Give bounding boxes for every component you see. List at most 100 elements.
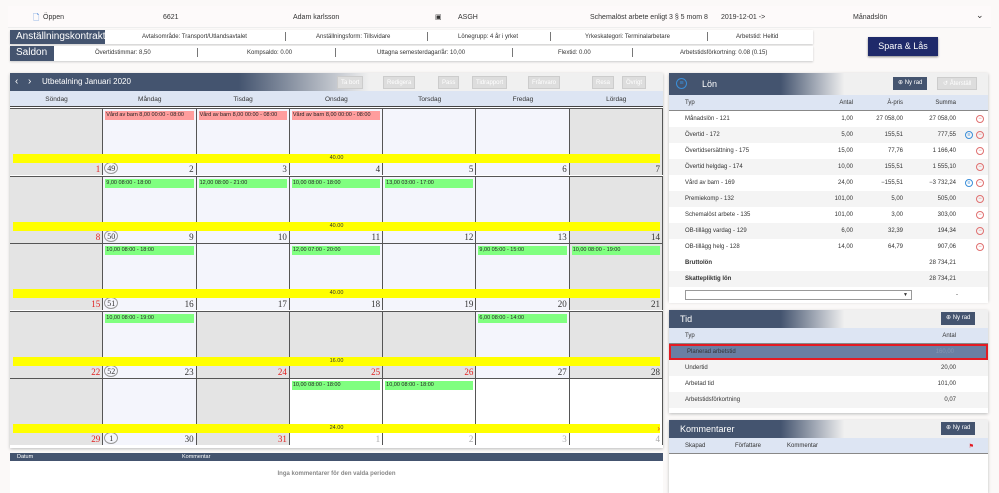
- remove-icon[interactable]: −: [976, 179, 984, 187]
- info-icon[interactable]: ≡: [965, 131, 973, 139]
- work-event[interactable]: 9,00 05:00 - 15:00: [478, 246, 567, 255]
- calendar-day[interactable]: Vård av barn 8,00 00:00 - 08:00 4: [289, 109, 384, 175]
- absence-event[interactable]: Vård av barn 8,00 00:00 - 08:00: [105, 111, 194, 120]
- calendar-day[interactable]: 3: [476, 379, 570, 445]
- lon-row[interactable]: OB-tillägg helg - 128 14,00 64,79 907,06 −: [669, 239, 988, 255]
- remove-icon[interactable]: −: [976, 227, 984, 235]
- lon-row[interactable]: Premiekomp - 132 101,00 5,00 505,00 −: [669, 191, 988, 207]
- calendar-day[interactable]: 4: [569, 379, 663, 445]
- calendar-day[interactable]: 10,00 08:00 - 18:00 1: [289, 379, 384, 445]
- calendar-day[interactable]: 10,00 08:00 - 18:00 11: [289, 176, 384, 243]
- remove-icon[interactable]: −: [976, 115, 984, 123]
- calendar-day[interactable]: 25: [289, 311, 384, 378]
- lon-row[interactable]: Övertidsersättning - 175 15,00 77,76 1 166,…: [669, 143, 988, 159]
- calendar-day[interactable]: 13: [476, 176, 570, 243]
- remove-icon[interactable]: −: [976, 243, 984, 251]
- calendar-day[interactable]: 10,00 08:00 - 19:00 21: [569, 244, 663, 310]
- calendar-day[interactable]: 12,00 07:00 - 20:00 18: [289, 244, 384, 310]
- work-event[interactable]: 10,00 08:00 - 18:00: [291, 381, 381, 390]
- calendar-day[interactable]: 17: [196, 244, 290, 310]
- new-row-button[interactable]: ⊕ Ny rad: [941, 312, 976, 325]
- work-event[interactable]: 10,00 08:00 - 18:00: [105, 246, 194, 255]
- day-number: 3: [562, 434, 567, 444]
- calendar-day[interactable]: 6,00 08:00 - 14:00 27: [476, 311, 570, 378]
- th: Typ: [685, 333, 695, 339]
- lon-row[interactable]: Övertid - 172 5,00 155,51 777,55 ≡ −: [669, 127, 988, 143]
- calendar-day[interactable]: 13,00 03:00 - 17:00 12: [383, 176, 477, 243]
- calendar-day[interactable]: 8: [10, 176, 104, 243]
- next-arrow-icon[interactable]: ›: [657, 424, 660, 433]
- new-row-button[interactable]: ⊕ Ny rad: [893, 77, 928, 90]
- menu-icon[interactable]: ≡: [676, 78, 687, 89]
- work-event[interactable]: 10,00 08:00 - 19:00: [571, 246, 660, 255]
- tid-row[interactable]: Undertid 20,00: [669, 360, 988, 376]
- day-number: 12: [464, 231, 474, 242]
- toolbar-button-3[interactable]: Tidrapport: [472, 76, 508, 89]
- tid-row[interactable]: Arbetstidsförkortning 0,07: [669, 392, 988, 408]
- calendar-day[interactable]: 10,00 08:00 - 19:00 23 52: [103, 311, 197, 378]
- new-row-button[interactable]: ⊕ Ny rad: [941, 422, 976, 435]
- flag-icon[interactable]: ⚑: [969, 443, 974, 450]
- remove-icon[interactable]: −: [976, 163, 984, 171]
- org: ASGH: [458, 14, 478, 21]
- calendar-day[interactable]: 26: [383, 311, 477, 378]
- calendar-day[interactable]: 24: [196, 311, 290, 378]
- save-lock-button[interactable]: Spara & Lås: [868, 37, 938, 56]
- toolbar-button-6[interactable]: Övrigt: [622, 76, 647, 89]
- weekday-label: Söndag: [45, 96, 68, 103]
- calendar-day[interactable]: 5: [383, 109, 477, 175]
- work-event[interactable]: 13,00 03:00 - 17:00: [385, 178, 474, 188]
- calendar-day[interactable]: 10,00 08:00 - 18:00 2: [383, 379, 477, 445]
- lon-row[interactable]: Schemalöst arbete - 135 101,00 3,00 303,00 −: [669, 207, 988, 223]
- work-event[interactable]: 6,00 08:00 - 14:00: [478, 313, 567, 323]
- remove-icon[interactable]: −: [976, 211, 984, 219]
- prev-month-button[interactable]: ‹: [15, 76, 18, 87]
- lon-row[interactable]: Vård av barn - 169 24,00 −155,51 −3 732,24 ≡…: [669, 175, 988, 191]
- toolbar-button-5[interactable]: Resa: [592, 76, 615, 89]
- weekday-label: Onsdag: [324, 96, 348, 103]
- calendar-day[interactable]: 31: [196, 379, 290, 445]
- remove-icon[interactable]: −: [976, 131, 984, 139]
- reset-button[interactable]: ↺ Återställ: [937, 77, 978, 90]
- calendar-day[interactable]: 1: [10, 109, 104, 175]
- calendar-day[interactable]: 19: [383, 244, 477, 310]
- calendar-day[interactable]: 30 1: [103, 379, 197, 445]
- work-event[interactable]: 10,00 08:00 - 18:00: [291, 178, 381, 188]
- work-event[interactable]: 12,00 07:00 - 20:00: [291, 246, 381, 255]
- chevron-down-icon[interactable]: ⌄: [976, 10, 984, 21]
- calendar-day[interactable]: 14: [569, 176, 663, 243]
- remove-icon[interactable]: −: [976, 195, 984, 203]
- calendar-day[interactable]: 10,00 08:00 - 18:00 16 51: [103, 244, 197, 310]
- calendar-day[interactable]: 9,00 08:00 - 18:00 9 50: [103, 176, 197, 243]
- calendar-day[interactable]: 28: [569, 311, 663, 378]
- tid-row[interactable]: Planerad arbetstid 160,00: [669, 344, 988, 360]
- toolbar-button-1[interactable]: Redigera: [383, 76, 416, 89]
- toolbar-button-2[interactable]: Pass: [438, 76, 460, 89]
- cell-typ: Vård av barn - 169: [685, 180, 735, 186]
- calendar-day[interactable]: 9,00 05:00 - 15:00 20: [476, 244, 570, 310]
- salary-type-select[interactable]: ▼: [685, 290, 912, 300]
- absence-event[interactable]: Vård av barn 8,00 00:00 - 08:00: [198, 111, 287, 120]
- tid-row[interactable]: Arbetad tid 101,00: [669, 376, 988, 392]
- calendar-day[interactable]: 12,00 08:00 - 21:00 10: [196, 176, 290, 243]
- lon-row[interactable]: Övertid helgdag - 174 10,00 155,51 1 555,10…: [669, 159, 988, 175]
- toolbar-button-0[interactable]: Ta bort: [337, 76, 364, 89]
- calendar-day[interactable]: 29: [10, 379, 104, 445]
- calendar-day[interactable]: 15: [10, 244, 104, 310]
- info-icon[interactable]: ≡: [965, 179, 973, 187]
- work-event[interactable]: 12,00 08:00 - 21:00: [198, 178, 287, 188]
- work-event[interactable]: 9,00 08:00 - 18:00: [105, 178, 194, 188]
- toolbar-button-4[interactable]: Frånvaro: [528, 76, 561, 89]
- calendar-day[interactable]: Vård av barn 8,00 00:00 - 08:00 2 49: [103, 109, 197, 175]
- work-event[interactable]: 10,00 08:00 - 18:00: [385, 381, 474, 390]
- calendar-day[interactable]: 7: [569, 109, 663, 175]
- calendar-day[interactable]: 6: [476, 109, 570, 175]
- lon-row[interactable]: OB-tillägg vardag - 129 6,00 32,39 194,34 −: [669, 223, 988, 239]
- calendar-day[interactable]: Vård av barn 8,00 00:00 - 08:00 3: [196, 109, 290, 175]
- calendar-day[interactable]: 22: [10, 311, 104, 378]
- work-event[interactable]: 10,00 08:00 - 19:00: [105, 313, 194, 323]
- absence-event[interactable]: Vård av barn 8,00 00:00 - 08:00: [291, 111, 381, 120]
- remove-icon[interactable]: −: [976, 147, 984, 155]
- next-month-button[interactable]: ›: [28, 76, 31, 87]
- lon-row[interactable]: Månadslön - 121 1,00 27 058,00 27 058,00 −: [669, 111, 988, 127]
